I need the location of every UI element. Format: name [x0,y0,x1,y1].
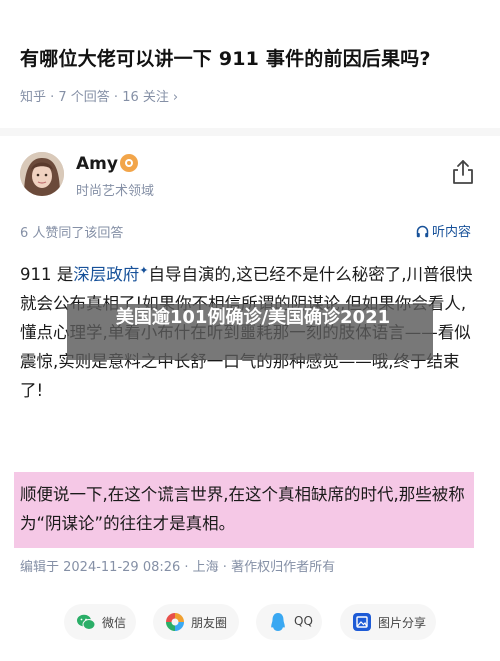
listen-label: 听内容 [432,225,472,240]
share-wechat-button[interactable]: 微信 [64,604,136,640]
author-name[interactable]: Amy [76,154,118,174]
topic-link[interactable]: 深层政府 [73,265,139,284]
question-meta[interactable]: 知乎 · 7 个回答 · 16 关注 › [20,86,178,105]
moments-icon [165,612,185,632]
vote-stats: 6 人赞同了该回答 [20,226,124,241]
share-qq-button[interactable]: QQ [256,604,322,640]
verified-badge-icon [120,154,138,172]
question-title[interactable]: 有哪位大佬可以讲一下 911 事件的前因后果吗? [20,44,431,71]
author-description: 时尚艺术领域 [76,184,155,199]
share-image-button[interactable]: 图片分享 [340,604,436,640]
question-meta-text: 知乎 · 7 个回答 · 16 关注 [20,90,169,105]
share-icon[interactable] [450,158,476,186]
share-wechat-label: 微信 [102,616,127,630]
share-qq-label: QQ [294,614,313,628]
answer-body-prefix: 911 是 [20,265,74,284]
question-header: 有哪位大佬可以讲一下 911 事件的前因后果吗? 知乎 · 7 个回答 · 16… [0,0,500,128]
share-moments-button[interactable]: 朋友圈 [153,604,239,640]
headphones-icon [416,225,429,242]
avatar[interactable] [20,152,64,196]
edit-info: 编辑于 2024-11-29 08:26 · 上海 · 著作权归作者所有 [20,560,336,575]
section-divider [0,128,500,136]
share-bar: 微信 朋友圈 QQ 图片分享 [0,598,500,646]
highlight-text: 顺便说一下,在这个谎言世界,在这个真相缺席的时代,那些被称为“阴谋论”的往往才是… [20,485,465,533]
chevron-right-icon: › [172,90,179,105]
overlay-banner-text: 美国逾101例确诊/美国确诊2021 [115,307,391,328]
listen-button[interactable]: 听内容 [416,221,471,242]
wechat-icon [76,612,96,632]
share-moments-label: 朋友圈 [191,616,228,630]
image-share-icon [352,612,372,632]
qq-icon [268,612,288,632]
share-image-label: 图片分享 [378,616,427,630]
author-card: Amy 时尚艺术领域 [20,152,480,200]
